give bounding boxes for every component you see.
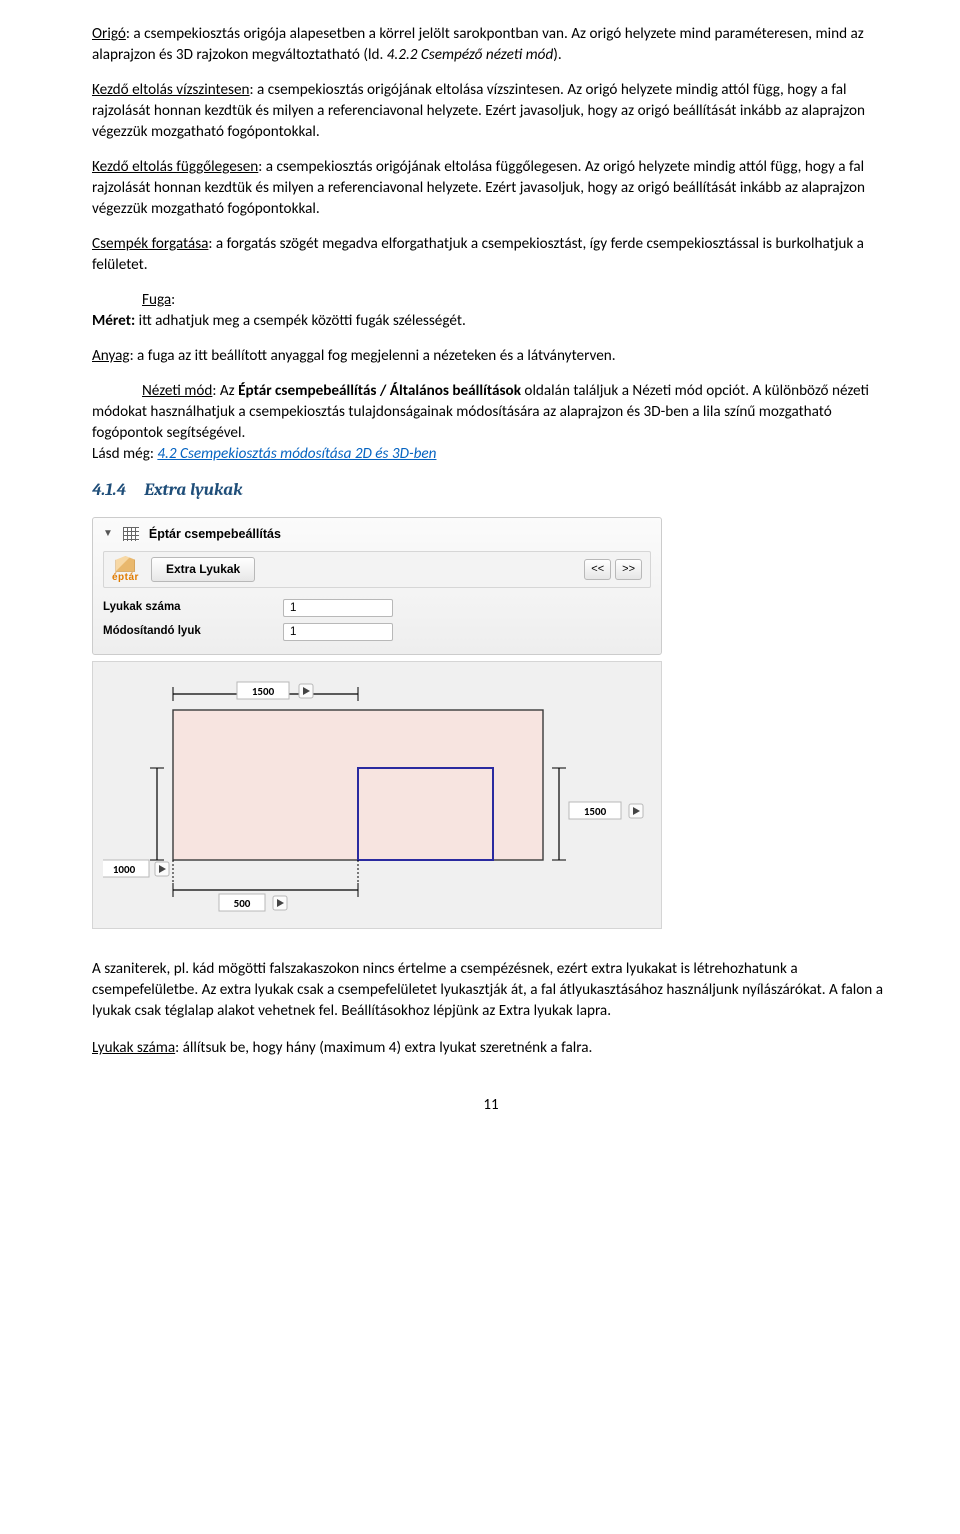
dim-bottom: 500 — [173, 860, 358, 911]
nav-prev-button[interactable]: << — [584, 559, 611, 580]
panel-title: Éptár csempebeállítás — [149, 526, 281, 543]
collapse-icon[interactable]: ▼ — [103, 527, 113, 541]
para-szaniter: A szaniterek, pl. kád mögötti falszakasz… — [92, 959, 890, 1022]
para-lyukak-szama-rest: : állítsuk be, hogy hány (maximum 4) ext… — [175, 1039, 592, 1057]
para-anyag-rest: : a fuga az itt beállított anyaggal fog … — [130, 347, 616, 365]
term-lyukak-szama: Lyukak száma — [92, 1039, 175, 1057]
term-anyag: Anyag — [92, 347, 130, 365]
term-meret: Méret: — [92, 312, 135, 330]
term-kezdo-fug: Kezdő eltolás függőlegesen — [92, 158, 258, 176]
label-modositando-lyuk: Módosítandó lyuk — [103, 624, 283, 640]
eptar-logo: éptár — [112, 556, 139, 583]
tab-extra-lyukak[interactable]: Extra Lyukak — [151, 557, 255, 582]
para-kezdo-viz: Kezdő eltolás vízszintesen: a csempekios… — [92, 80, 890, 143]
para-forgatas: Csempék forgatása: a forgatás szögét meg… — [92, 234, 890, 276]
lasd-meg-txt: Lásd még: — [92, 445, 157, 463]
input-modositando-lyuk[interactable] — [283, 623, 393, 641]
dim-top: 1500 — [173, 682, 358, 701]
para-origo-ref: 4.2.2 Csempéző nézeti mód — [387, 46, 554, 64]
para-nezeti-bold: Éptár csempebeállítás / Általános beállí… — [238, 382, 521, 400]
term-nezeti: Nézeti mód — [142, 382, 212, 400]
dim-left: 1000 — [103, 768, 169, 877]
nav-next-button[interactable]: >> — [615, 559, 642, 580]
lasd-meg-link[interactable]: 4.2 Csempekiosztás módosítása 2D és 3D-b… — [157, 445, 436, 463]
para-fuga-head: Fuga: — [92, 290, 890, 311]
panel-midbar: éptár Extra Lyukak << >> — [103, 551, 651, 588]
para-meret: Méret: itt adhatjuk meg a csempék között… — [92, 311, 890, 332]
logo-cube-icon — [115, 556, 135, 572]
page-number: 11 — [92, 1095, 890, 1116]
field-lyukak-szama: Lyukak száma — [103, 596, 651, 620]
para-origo-after: ). — [553, 46, 561, 64]
hole-diagram: 1500 1500 1000 — [92, 661, 662, 929]
para-anyag: Anyag: a fuga az itt beállított anyaggal… — [92, 346, 890, 367]
section-title: Extra lyukak — [144, 480, 242, 500]
term-origo: Origó — [92, 25, 126, 43]
para-kezdo-fug: Kezdő eltolás függőlegesen: a csempekios… — [92, 157, 890, 220]
dim-right: 1500 — [552, 768, 643, 860]
label-lyukak-szama: Lyukak száma — [103, 600, 283, 616]
input-lyukak-szama[interactable] — [283, 599, 393, 617]
field-modositando-lyuk: Módosítandó lyuk — [103, 620, 651, 644]
dim-right-value: 1500 — [584, 805, 607, 818]
para-lyukak-szama: Lyukak száma: állítsuk be, hogy hány (ma… — [92, 1038, 890, 1059]
para-nezeti: Nézeti mód: Az Éptár csempebeállítás / Á… — [92, 381, 890, 444]
grid-icon — [123, 527, 139, 541]
section-heading: 4.1.4 Extra lyukak — [92, 478, 890, 502]
settings-panel: ▼ Éptár csempebeállítás éptár Extra Lyuk… — [92, 517, 662, 655]
para-origo: Origó: a csempekiosztás origója alapeset… — [92, 24, 890, 66]
panel-header[interactable]: ▼ Éptár csempebeállítás — [103, 524, 651, 549]
logo-text: éptár — [112, 573, 139, 583]
para-forgatas-rest: : a forgatás szögét megadva elforgathatj… — [92, 235, 864, 274]
para-lasd-meg: Lásd még: 4.2 Csempekiosztás módosítása … — [92, 444, 890, 465]
diagram-svg: 1500 1500 1000 — [103, 674, 651, 914]
dim-bottom-value: 500 — [234, 897, 251, 910]
term-forgatas: Csempék forgatása — [92, 235, 208, 253]
dim-top-value: 1500 — [252, 685, 275, 698]
term-fuga: Fuga — [142, 291, 171, 309]
section-num: 4.1.4 — [92, 480, 126, 500]
para-meret-rest: itt adhatjuk meg a csempék közötti fugák… — [135, 312, 466, 330]
para-nezeti-before: : Az — [212, 382, 238, 400]
dim-left-value: 1000 — [113, 863, 136, 876]
panel-nav: << >> — [584, 559, 642, 580]
term-kezdo-viz: Kezdő eltolás vízszintesen — [92, 81, 250, 99]
